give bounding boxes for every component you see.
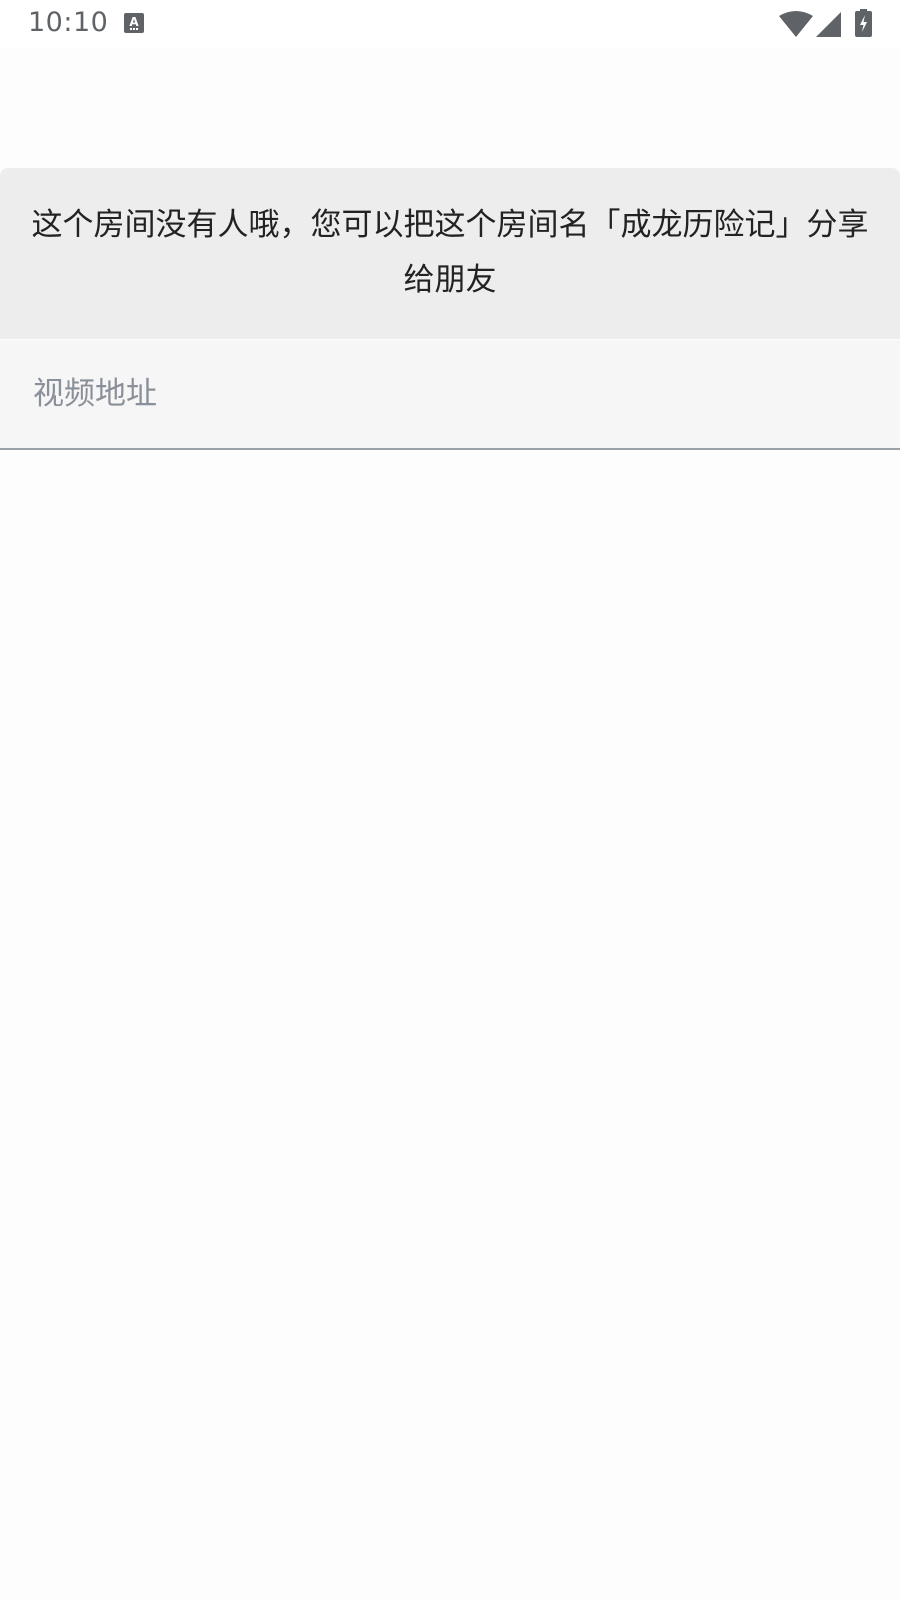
status-time: 10:10: [28, 7, 109, 38]
wifi-icon: [779, 11, 813, 37]
notice-message: 这个房间没有人哦，您可以把这个房间名「成龙历险记」分享给朋友: [31, 207, 869, 298]
svg-text:A: A: [129, 15, 139, 29]
screen: 10:10 A 这个房间没有人哦，您可以把这个房间名「成龙历险记」分享给朋友: [0, 0, 900, 1600]
video-url-input[interactable]: [0, 340, 900, 448]
empty-room-notice: 这个房间没有人哦，您可以把这个房间名「成龙历险记」分享给朋友: [0, 168, 900, 339]
text-a-icon: A: [124, 13, 144, 33]
video-url-field[interactable]: [0, 340, 900, 450]
cell-signal-icon: [816, 12, 841, 37]
battery-charging-icon: [855, 9, 872, 37]
status-bar: 10:10 A: [0, 0, 900, 48]
